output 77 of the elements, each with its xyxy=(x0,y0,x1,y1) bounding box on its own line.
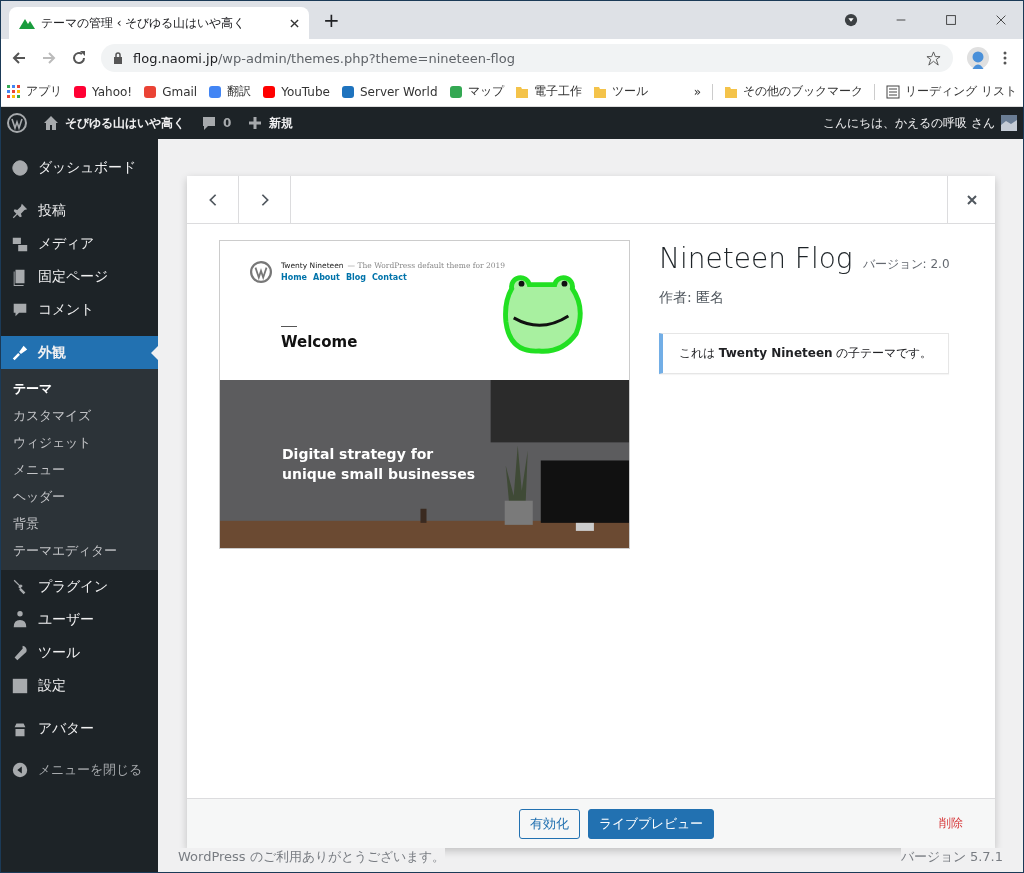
sidebar-item[interactable]: プラグイン xyxy=(1,570,158,603)
bookmark[interactable]: YouTube xyxy=(262,84,330,99)
reload-icon[interactable] xyxy=(71,50,87,66)
footer-version: バージョン 5.7.1 xyxy=(900,848,1003,866)
profile-avatar-icon[interactable] xyxy=(967,47,989,69)
profile-menu-icon[interactable] xyxy=(844,13,858,27)
close-icon[interactable] xyxy=(994,13,1008,27)
sidebar-item[interactable]: 設定 xyxy=(1,669,158,702)
comments-link[interactable]: 0 xyxy=(201,115,232,131)
home-icon xyxy=(43,115,59,131)
site-icon xyxy=(448,84,463,99)
avatar-icon xyxy=(1001,115,1017,131)
close-icon xyxy=(965,192,978,207)
wordpress-logo-icon xyxy=(250,261,272,283)
new-content-link[interactable]: 新規 xyxy=(247,114,294,132)
theme-name: Nineteen Flog xyxy=(659,242,853,275)
back-arrow-icon[interactable] xyxy=(11,50,27,66)
page-heading: Welcome xyxy=(281,333,359,351)
close-icon[interactable] xyxy=(290,18,299,28)
bookmark[interactable]: 翻訳 xyxy=(208,83,252,100)
browser-tab[interactable]: テーマの管理 ‹ そびゆる山はいや高く xyxy=(9,7,309,39)
lock-icon xyxy=(113,52,123,64)
sidebar-item[interactable]: コメント xyxy=(1,293,158,326)
collapse-icon xyxy=(11,760,29,779)
bookmark[interactable]: 電子工作 xyxy=(514,83,582,100)
bookmark[interactable]: Server World xyxy=(340,84,438,99)
app-grid-icon xyxy=(7,84,21,99)
bookmark[interactable]: マップ xyxy=(448,83,504,100)
bookmark[interactable]: ツール xyxy=(592,83,648,100)
submenu-item[interactable]: テーマ xyxy=(1,375,158,402)
theme-version: バージョン: 2.0 xyxy=(862,256,950,273)
sidebar-item[interactable]: メディア xyxy=(1,227,158,260)
child-theme-notice: これは Twenty Nineteen の子テーマです。 xyxy=(659,333,950,374)
submenu-item[interactable]: カスタマイズ xyxy=(1,402,158,429)
address-bar[interactable]: flog.naomi.jp/wp-admin/themes.php?theme=nineteen-flog xyxy=(101,44,953,72)
bookmark[interactable]: Yahoo! xyxy=(73,84,133,99)
plus-icon xyxy=(247,115,264,131)
activate-button[interactable]: 有効化 xyxy=(518,808,580,839)
site-icon xyxy=(208,84,223,99)
folder-icon xyxy=(592,84,607,99)
sidebar-item[interactable]: ユーザー xyxy=(1,603,158,636)
folder-icon xyxy=(724,84,739,99)
maximize-icon[interactable] xyxy=(944,13,958,27)
site-icon xyxy=(262,84,277,99)
submenu-item[interactable]: テーマエディター xyxy=(1,537,158,564)
sidebar-item[interactable]: 投稿 xyxy=(1,194,158,227)
reading-list-button[interactable]: リーディング リスト xyxy=(886,83,1017,100)
delete-link[interactable]: 削除 xyxy=(933,814,969,833)
submenu-item[interactable]: メニュー xyxy=(1,456,158,483)
sidebar-item[interactable]: 外観 xyxy=(1,336,158,369)
submenu-item[interactable]: ヘッダー xyxy=(1,483,158,510)
list-icon xyxy=(886,84,901,99)
site-icon xyxy=(143,84,158,99)
collapse-menu-button[interactable]: メニューを閉じる xyxy=(1,753,158,786)
new-tab-button[interactable]: + xyxy=(315,8,348,32)
bookmark[interactable]: Gmail xyxy=(143,84,198,99)
bookmark[interactable]: その他のブックマーク xyxy=(724,83,864,100)
more-bookmarks-button[interactable]: » xyxy=(693,84,702,99)
theme-author: 作者: 匿名 xyxy=(659,289,726,307)
wordpress-logo-icon[interactable] xyxy=(7,113,27,133)
sidebar-item[interactable]: ダッシュボード xyxy=(1,151,158,184)
sidebar-item[interactable]: アバター xyxy=(1,712,158,745)
bookmark[interactable]: アプリ xyxy=(7,83,62,100)
sidebar-item[interactable]: 固定ページ xyxy=(1,260,158,293)
hero-text: Digital strategy for unique small businesses xyxy=(282,445,476,485)
star-icon[interactable] xyxy=(926,50,941,66)
live-preview-button[interactable]: ライブプレビュー xyxy=(587,808,714,839)
submenu-item[interactable]: 背景 xyxy=(1,510,158,537)
folder-icon xyxy=(514,84,529,99)
site-icon xyxy=(340,84,355,99)
sidebar-item[interactable]: ツール xyxy=(1,636,158,669)
submenu-item[interactable]: ウィジェット xyxy=(1,429,158,456)
comment-icon xyxy=(201,115,217,131)
site-icon xyxy=(73,84,87,99)
site-name-link[interactable]: そびゆる山はいや高く xyxy=(43,114,185,132)
account-link[interactable]: こんにちは、かえるの呼吸 さん xyxy=(823,114,1017,132)
mountain-icon xyxy=(19,17,35,29)
